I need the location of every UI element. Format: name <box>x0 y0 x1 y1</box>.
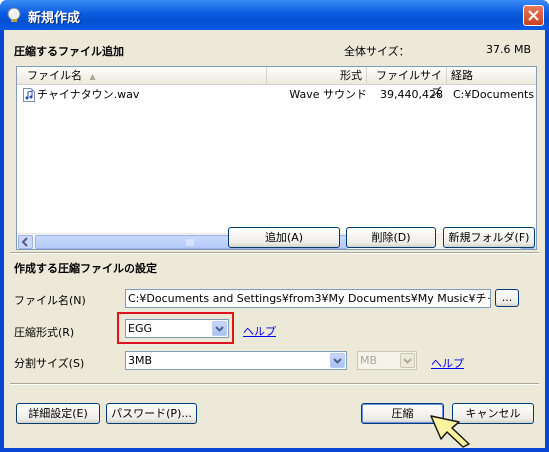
sort-ascending-icon: ▲ <box>89 72 96 81</box>
separator <box>10 383 539 385</box>
window-title: 新規作成 <box>28 11 81 26</box>
split-dropdown-button[interactable] <box>330 353 345 368</box>
file-size: 39,440,428 <box>380 88 443 101</box>
column-header-size[interactable]: ファイルサイズ <box>367 67 447 99</box>
delete-button[interactable]: 削除(D) <box>346 227 436 248</box>
dialog-window: 新規作成 圧縮するファイル追加 全体サイズ： 37.6 MB ファイル名 ▲ 形… <box>0 0 549 452</box>
split-unit-value: MB <box>360 354 378 367</box>
new-folder-button[interactable]: 新規フォルダ(F) <box>443 227 535 248</box>
file-list[interactable]: ファイル名 ▲ 形式 ファイルサイズ 経路 チャイナタウン.wav Wave サ… <box>16 66 537 250</box>
scroll-left-button[interactable] <box>18 235 33 249</box>
close-icon <box>528 10 539 21</box>
format-help-link[interactable]: ヘルプ <box>243 323 276 339</box>
pointer-cursor-icon <box>430 415 470 448</box>
grip-icon <box>186 239 194 246</box>
chevron-down-icon <box>333 358 342 364</box>
total-size-label: 全体サイズ： <box>344 45 410 58</box>
audio-file-icon <box>23 88 35 102</box>
chevron-down-icon <box>403 358 412 364</box>
list-header: ファイル名 ▲ 形式 ファイルサイズ 経路 <box>17 67 536 99</box>
title-bar[interactable]: 新規作成 <box>0 0 549 30</box>
file-type: Wave サウンド <box>289 88 367 101</box>
column-header-type[interactable]: 形式 <box>267 67 367 84</box>
advanced-settings-button[interactable]: 詳細設定(E) <box>16 403 100 424</box>
settings-section-title: 作成する圧縮ファイルの設定 <box>14 262 157 275</box>
browse-button[interactable]: ... <box>495 289 519 307</box>
format-label: 圧縮形式(R) <box>14 326 75 339</box>
highlight-box <box>117 312 234 344</box>
list-item[interactable]: チャイナタウン.wav Wave サウンド 39,440,428 C:¥Docu… <box>17 87 536 103</box>
filename-label: ファイル名(N) <box>14 294 86 307</box>
close-button[interactable] <box>523 5 544 26</box>
separator <box>10 252 539 254</box>
split-unit-select: MB <box>357 351 417 370</box>
split-help-link[interactable]: ヘルプ <box>431 355 464 371</box>
add-button[interactable]: 追加(A) <box>228 227 340 248</box>
split-size-label: 分割サイズ(S) <box>14 357 85 370</box>
file-section-title: 圧縮するファイル追加 <box>14 45 124 58</box>
split-size-value: 3MB <box>128 354 153 367</box>
file-path: C:¥Documents a <box>453 88 536 101</box>
filename-field[interactable]: C:¥Documents and Settings¥from3¥My Docum… <box>125 289 491 308</box>
password-button[interactable]: パスワード(P)... <box>106 403 197 424</box>
column-header-path[interactable]: 経路 <box>447 67 536 84</box>
column-name-label: ファイル名 <box>27 69 82 82</box>
split-size-select[interactable]: 3MB <box>125 351 347 370</box>
dialog-body: 圧縮するファイル追加 全体サイズ： 37.6 MB ファイル名 ▲ 形式 ファイ… <box>4 30 545 448</box>
unit-dropdown-button <box>400 353 415 368</box>
chevron-left-icon <box>21 237 28 247</box>
column-header-name[interactable]: ファイル名 ▲ <box>17 67 267 84</box>
file-name: チャイナタウン.wav <box>37 88 140 101</box>
app-icon <box>7 7 21 22</box>
total-size-value: 37.6 MB <box>486 43 532 56</box>
